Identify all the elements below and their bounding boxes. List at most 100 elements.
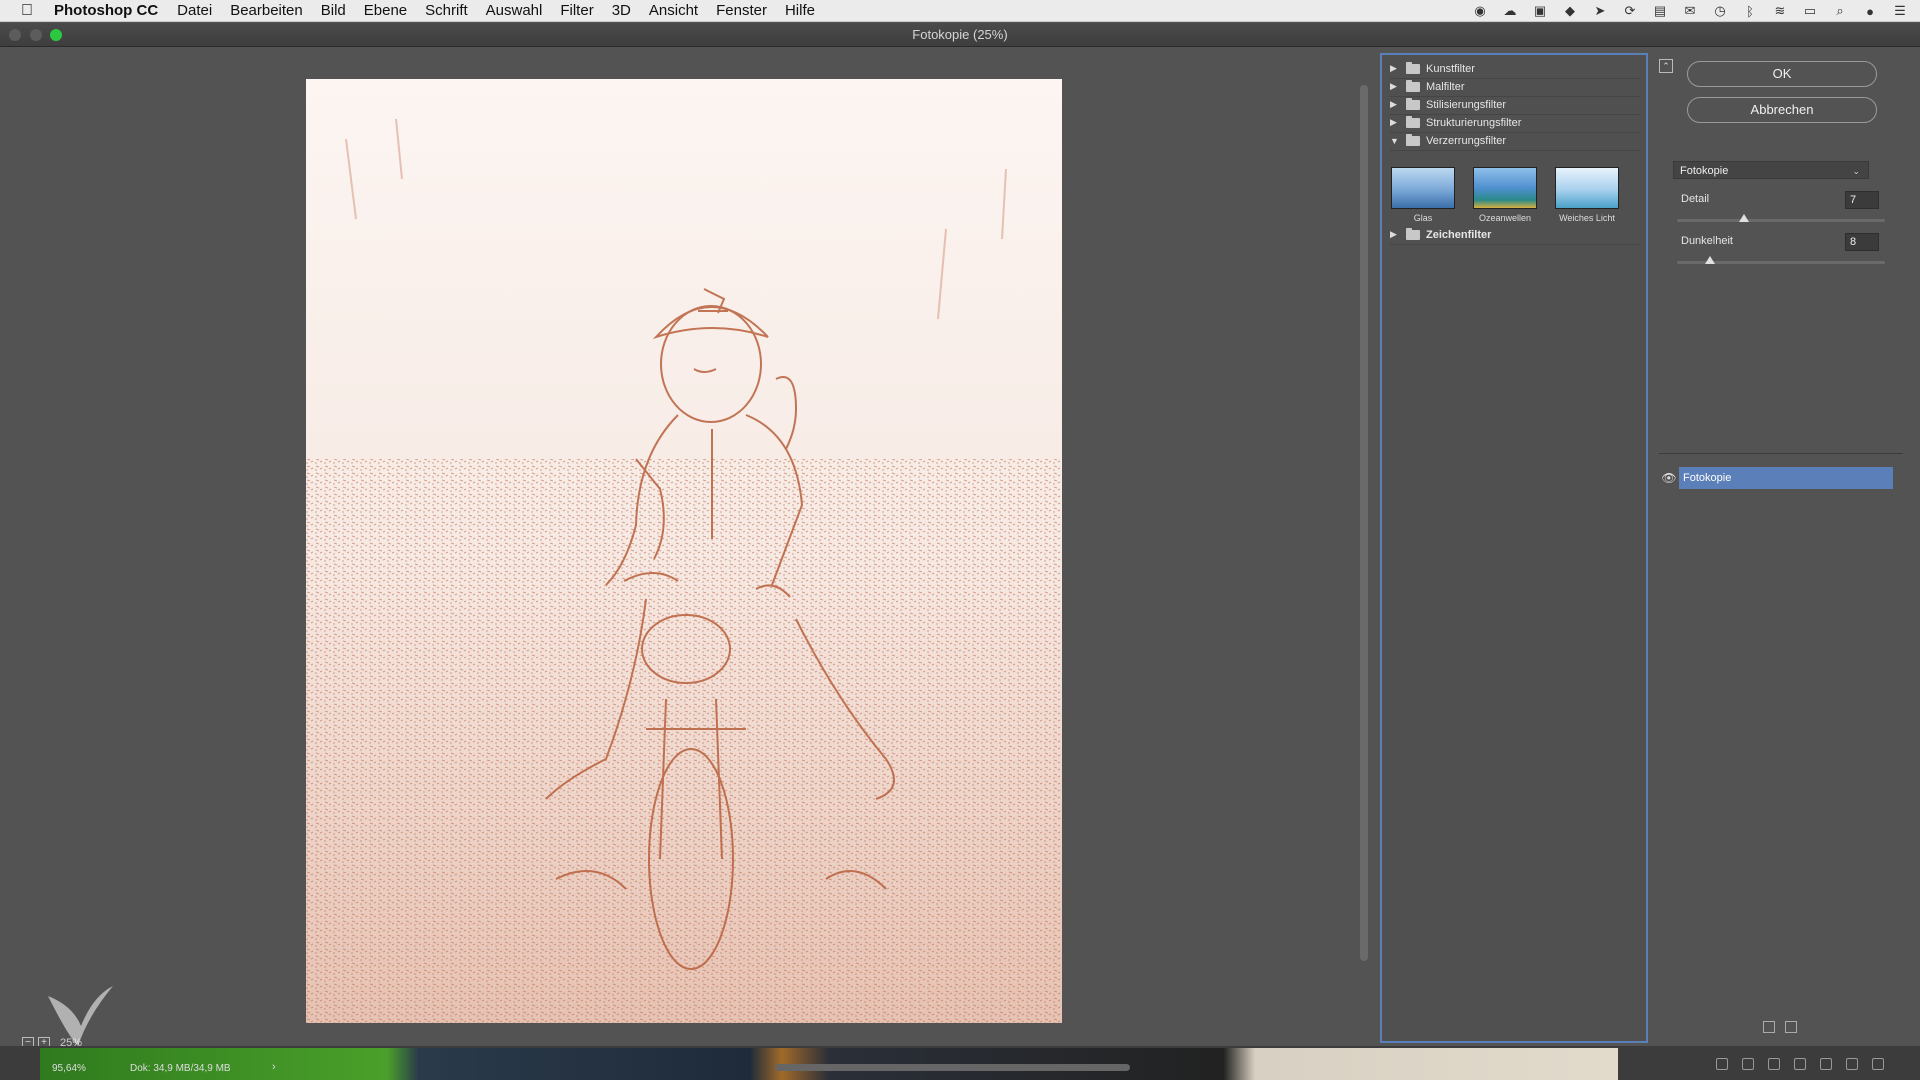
category-label: Kunstfilter: [1426, 62, 1475, 75]
menu-bar:  Photoshop CC Datei Bearbeiten Bild Ebe…: [0, 0, 1920, 22]
new-layer-icon[interactable]: [1846, 1058, 1858, 1070]
ok-button[interactable]: OK: [1687, 61, 1877, 87]
dunkelheit-slider-thumb[interactable]: [1705, 256, 1716, 264]
menu-fenster[interactable]: Fenster: [707, 0, 776, 22]
category-stilisierungsfilter[interactable]: ▶ Stilisierungsfilter: [1390, 95, 1640, 115]
menu-3d[interactable]: 3D: [603, 0, 640, 22]
menu-ebene[interactable]: Ebene: [355, 0, 416, 22]
settings-panel: ⌃ OK Abbrechen Fotokopie ⌄ Detail 7 Dunk…: [1655, 53, 1908, 1043]
status-icons: ◉ ☁ ▣ ◆ ➤ ⟳ ▤ ✉ ◷ ᛒ ≋ ▭ ⌕ ● ☰: [1472, 0, 1908, 22]
collapse-gallery-icon[interactable]: ⌃: [1659, 59, 1673, 73]
category-label: Verzerrungsfilter: [1426, 134, 1507, 147]
screen-icon[interactable]: ▣: [1532, 3, 1548, 18]
keyboard-icon[interactable]: ▤: [1652, 3, 1668, 18]
link-icon[interactable]: [1716, 1058, 1728, 1070]
sync-icon[interactable]: ⟳: [1622, 3, 1638, 18]
creative-cloud-icon[interactable]: ☁: [1502, 3, 1518, 18]
trash-icon[interactable]: [1872, 1058, 1884, 1070]
window-titlebar: Fotokopie (25%): [0, 23, 1920, 47]
maximize-window-button[interactable]: [50, 29, 62, 41]
cancel-button[interactable]: Abbrechen: [1687, 97, 1877, 123]
mask-icon[interactable]: [1768, 1058, 1780, 1070]
thumbnail-image[interactable]: [1391, 167, 1455, 209]
horizontal-scrollbar[interactable]: [775, 1064, 1130, 1071]
list-icon[interactable]: ☰: [1892, 3, 1908, 18]
category-kunstfilter[interactable]: ▶ Kunstfilter: [1390, 59, 1640, 79]
notification-icon[interactable]: ✉: [1682, 3, 1698, 18]
filter-thumb-glas[interactable]: Glas: [1390, 167, 1456, 223]
expand-triangle-icon[interactable]: ▶: [1390, 81, 1400, 92]
fx-icon[interactable]: [1742, 1058, 1754, 1070]
menu-schrift[interactable]: Schrift: [416, 0, 477, 22]
settings-footer: [1655, 1013, 1908, 1039]
expand-triangle-icon[interactable]: ▶: [1390, 117, 1400, 128]
detail-slider-thumb[interactable]: [1738, 214, 1749, 222]
paper-plane-icon[interactable]: ➤: [1592, 3, 1608, 18]
menu-auswahl[interactable]: Auswahl: [477, 0, 552, 22]
close-window-button[interactable]: [9, 29, 21, 41]
expand-triangle-icon[interactable]: ▶: [1390, 63, 1400, 74]
preview-image: [306, 79, 1062, 1023]
dunkelheit-value-input[interactable]: 8: [1845, 233, 1879, 251]
wifi-icon[interactable]: ≋: [1772, 3, 1788, 18]
folder-icon: [1406, 97, 1420, 110]
time-machine-icon[interactable]: ◷: [1712, 3, 1728, 18]
open-folder-icon: [1406, 133, 1420, 146]
detail-slider[interactable]: [1677, 214, 1885, 222]
folder-icon: [1406, 115, 1420, 128]
preview-scrollbar[interactable]: [1360, 85, 1368, 961]
menu-bild[interactable]: Bild: [312, 0, 355, 22]
search-icon[interactable]: ⌕: [1832, 3, 1848, 18]
dunkelheit-label: Dunkelheit: [1681, 235, 1733, 247]
category-verzerrungsfilter[interactable]: ▼ Verzerrungsfilter: [1390, 131, 1640, 151]
filter-thumb-weiches-licht[interactable]: Weiches Licht: [1554, 167, 1620, 223]
layer-panel-icons: [1716, 1058, 1884, 1070]
document-strip: [0, 1046, 1920, 1080]
expand-triangle-icon[interactable]: ▶: [1390, 99, 1400, 110]
folder-icon: [1406, 227, 1420, 240]
category-label: Stilisierungsfilter: [1426, 98, 1507, 111]
status-zoom[interactable]: 95,64%: [52, 1063, 86, 1074]
chevron-down-icon: ⌄: [1852, 166, 1860, 176]
dunkelheit-slider[interactable]: [1677, 256, 1885, 264]
thumbnail-image[interactable]: [1555, 167, 1619, 209]
expand-triangle-icon[interactable]: ▶: [1390, 229, 1400, 240]
effect-layer-name[interactable]: Fotokopie: [1679, 467, 1893, 489]
collapse-triangle-icon[interactable]: ▼: [1390, 136, 1400, 146]
apple-icon[interactable]: : [0, 2, 54, 20]
category-strukturierungsfilter[interactable]: ▶ Strukturierungsfilter: [1390, 113, 1640, 133]
eye-visibility-icon[interactable]: 👁: [1659, 471, 1679, 485]
group-folder-icon[interactable]: [1820, 1058, 1832, 1070]
dropbox-icon[interactable]: ◆: [1562, 3, 1578, 18]
new-effect-layer-icon[interactable]: [1763, 1021, 1775, 1033]
category-zeichenfilter[interactable]: ▶ Zeichenfilter: [1390, 225, 1640, 245]
category-malfilter[interactable]: ▶ Malfilter: [1390, 77, 1640, 97]
bluetooth-icon[interactable]: ᛒ: [1742, 4, 1758, 19]
siri-icon[interactable]: ●: [1862, 4, 1878, 19]
window-title: Fotokopie (25%): [912, 27, 1008, 42]
effect-layer-row[interactable]: 👁 Fotokopie: [1659, 467, 1893, 489]
menu-bearbeiten[interactable]: Bearbeiten: [221, 0, 312, 22]
menu-datei[interactable]: Datei: [168, 0, 221, 22]
menu-app-name[interactable]: Photoshop CC: [54, 0, 168, 22]
delete-effect-layer-icon[interactable]: [1785, 1021, 1797, 1033]
thumbnail-label: Ozeanwellen: [1478, 213, 1532, 223]
minimize-window-button[interactable]: [30, 29, 42, 41]
thumbnail-image[interactable]: [1473, 167, 1537, 209]
folder-icon: [1406, 79, 1420, 92]
filter-gallery-window: Fotokopie (25%) − + 25% ▶ Kunstfilter ▶ …: [0, 23, 1920, 1080]
menu-ansicht[interactable]: Ansicht: [640, 0, 707, 22]
category-label: Strukturierungsfilter: [1426, 116, 1522, 129]
airplay-icon[interactable]: ▭: [1802, 3, 1818, 18]
filter-thumb-ozeanwellen[interactable]: Ozeanwellen: [1472, 167, 1538, 223]
record-icon[interactable]: ◉: [1472, 3, 1488, 18]
adjustment-icon[interactable]: [1794, 1058, 1806, 1070]
thumbnail-label: Glas: [1413, 213, 1433, 223]
menu-hilfe[interactable]: Hilfe: [776, 0, 824, 22]
thumbnail-label: Weiches Licht: [1559, 213, 1615, 223]
menu-filter[interactable]: Filter: [551, 0, 602, 22]
preview-area[interactable]: − + 25%: [10, 57, 1372, 1049]
detail-value-input[interactable]: 7: [1845, 191, 1879, 209]
status-menu-arrow[interactable]: ›: [272, 1061, 276, 1073]
filter-type-select[interactable]: Fotokopie ⌄: [1673, 161, 1869, 179]
